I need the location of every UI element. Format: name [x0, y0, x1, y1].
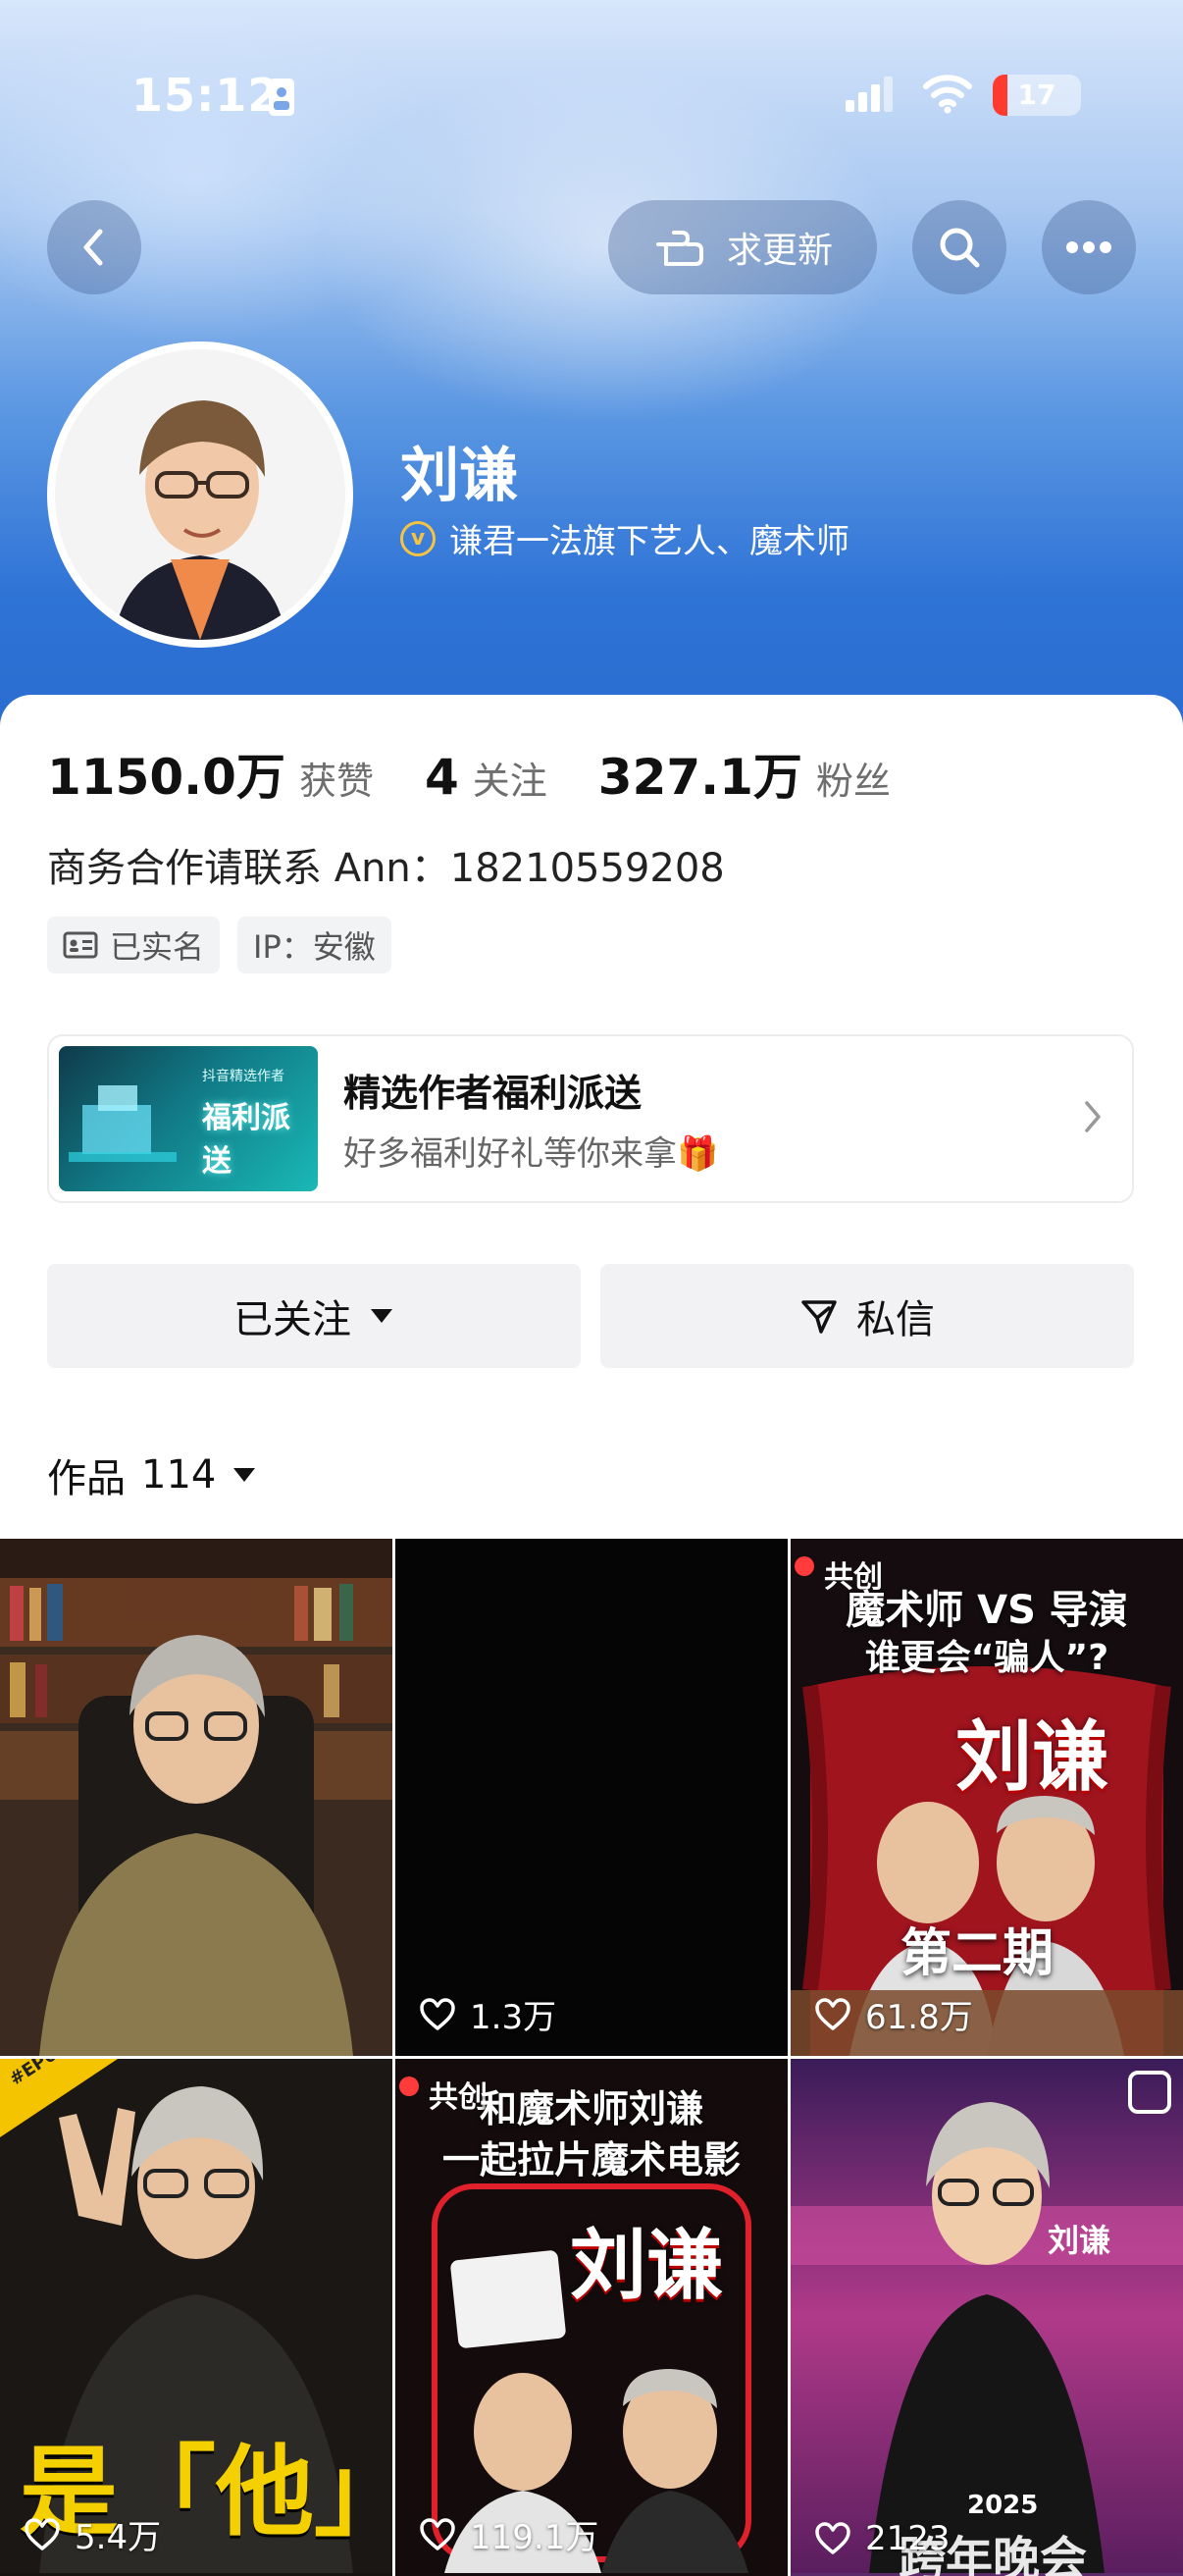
video-like-count: 61.8万 [865, 1998, 973, 2037]
more-button[interactable] [1042, 200, 1136, 294]
profile-stats: 1150.0万 获赞 4 关注 327.1万 粉丝 [47, 738, 942, 809]
cellular-signal-icon [846, 77, 893, 112]
fans-count[interactable]: 327.1万 [598, 738, 802, 809]
video-year: 2025 [967, 2491, 1039, 2520]
chevron-right-icon [1085, 1101, 1101, 1132]
promo-thumbnail-text: 福利派送 [202, 1101, 290, 1179]
video-grid: 1.3万 共创 魔术师 VS 导演 谁更会“骗人”? 刘谦 第二期 61.8万 [0, 1539, 1183, 2576]
video-thumbnail [0, 1539, 392, 2056]
back-button[interactable] [47, 200, 141, 294]
avatar[interactable] [47, 342, 353, 648]
heart-icon [815, 2522, 850, 2554]
send-icon [801, 1300, 837, 1334]
gift-box-graphic [69, 1085, 177, 1162]
promo-card[interactable]: 抖音精选作者 福利派送 精选作者福利派送 好多福利好礼等你来拿🎁 [47, 1034, 1134, 1203]
video-likes: 5.4万 [24, 2510, 161, 2558]
video-like-count: 2123 [865, 2519, 951, 2558]
promo-thumbnail: 抖音精选作者 福利派送 [59, 1046, 318, 1191]
ip-location-tag: IP：安徽 [237, 917, 391, 973]
video-big-title: 刘谦 [570, 2222, 724, 2310]
heart-icon [25, 2517, 60, 2550]
caret-down-icon [371, 1309, 392, 1323]
ip-location-label: IP：安徽 [253, 928, 376, 966]
likes-label: 获赞 [298, 760, 374, 803]
video-title-line1: 魔术师 VS 导演 [846, 1588, 1128, 1633]
video-title-line1: 和魔术师刘谦 [479, 2087, 703, 2130]
likes-count: 1150.0万 [47, 749, 285, 806]
promo-subtitle: 好多福利好礼等你来拿🎁 [343, 1134, 719, 1174]
video-banner-name: 刘谦 [1048, 2222, 1111, 2259]
following-count[interactable]: 4 [425, 749, 459, 806]
message-button[interactable]: 私信 [600, 1264, 1134, 1368]
video-tile[interactable]: #EP059 是「他」 5.4万 [0, 2059, 392, 2576]
search-icon [940, 228, 980, 268]
video-tile[interactable]: 共创 和魔术师刘谦 一起拉片魔术电影 刘谦 119.1万 [395, 2059, 788, 2576]
video-likes: 61.8万 [814, 1990, 973, 2038]
promo-thumbnail-small-text: 抖音精选作者 [202, 1069, 284, 1084]
profile-tags: 已实名 IP：安徽 [47, 917, 391, 973]
works-tab[interactable]: 作品 114 [47, 1446, 257, 1503]
verification-row: v 谦君一法旗下艺人、魔术师 [400, 514, 849, 562]
video-tile[interactable]: 1.3万 [395, 1539, 788, 2056]
promo-text: 精选作者福利派送 好多福利好礼等你来拿🎁 [343, 1063, 718, 1175]
video-episode-label: 第二期 [900, 1924, 1054, 1983]
verified-badge-icon: v [400, 520, 436, 556]
search-button[interactable] [912, 200, 1006, 294]
fans-label[interactable]: 粉丝 [816, 751, 891, 805]
sim-card-icon [269, 79, 294, 116]
heart-icon [815, 1997, 850, 2030]
chevron-left-icon [83, 229, 103, 266]
video-tile[interactable]: 刘谦 2025 跨年晚会 2123 [791, 2059, 1183, 2576]
battery-level-text: 17 [1017, 79, 1056, 111]
video-like-count: 5.4万 [75, 2518, 162, 2557]
following-label[interactable]: 关注 [473, 751, 547, 805]
heart-icon [420, 1997, 455, 2030]
video-title-line2: 谁更会“骗人”? [864, 1638, 1109, 1678]
status-bar: 15:12 17 [0, 0, 1183, 196]
pointing-hand-icon [655, 231, 703, 266]
profile-name: 刘谦 [400, 442, 518, 510]
video-tile[interactable]: 共创 魔术师 VS 导演 谁更会“骗人”? 刘谦 第二期 61.8万 [791, 1539, 1183, 2056]
promo-title: 精选作者福利派送 [343, 1072, 643, 1115]
video-likes: 2123 [814, 2519, 951, 2558]
video-likes: 1.3万 [419, 1990, 556, 2038]
realname-tag-label: 已实名 [110, 928, 205, 966]
video-big-title: 刘谦 [955, 1713, 1109, 1802]
message-button-label: 私信 [856, 1297, 935, 1342]
wifi-icon [923, 75, 972, 114]
works-label: 作品 [47, 1456, 126, 1501]
video-title-line2: 一起拉片魔术电影 [441, 2138, 741, 2182]
verification-text: 谦君一法旗下艺人、魔术师 [449, 522, 849, 561]
following-button[interactable]: 已关注 [47, 1264, 581, 1368]
status-time: 15:12 [131, 69, 281, 122]
video-like-count: 1.3万 [470, 1998, 557, 2037]
realname-tag: 已实名 [47, 917, 221, 973]
request-update-label: 求更新 [726, 231, 833, 271]
avatar-portrait-image [55, 349, 345, 640]
profile-bio: 商务合作请联系 Ann：18210559208 [47, 846, 725, 891]
more-dots-icon [1066, 241, 1111, 253]
battery-indicator: 17 [993, 75, 1081, 116]
video-tile[interactable] [0, 1539, 392, 2056]
video-likes: 119.1万 [419, 2510, 598, 2558]
works-count: 114 [141, 1452, 217, 1498]
following-button-label: 已关注 [233, 1297, 351, 1342]
video-like-count: 119.1万 [470, 2518, 599, 2557]
id-card-icon [63, 931, 98, 959]
caret-down-icon [233, 1468, 256, 1482]
request-update-button[interactable]: 求更新 [608, 200, 877, 294]
heart-icon [420, 2517, 455, 2550]
